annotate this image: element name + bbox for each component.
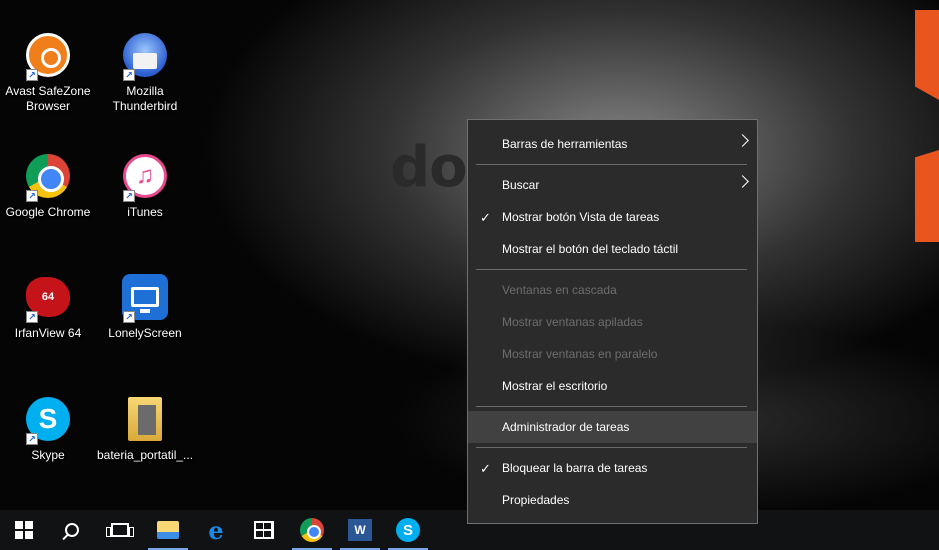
menu-item-label: Ventanas en cascada — [502, 283, 617, 297]
menu-item-show-touch-keyboard-button[interactable]: Mostrar el botón del teclado táctil — [468, 233, 757, 265]
desktop-icon-label: iTunes — [127, 205, 163, 219]
desktop-icon-label: Mozilla Thunderbird — [112, 84, 178, 113]
desktop-icon-skype[interactable]: S ↗ Skype — [0, 395, 96, 495]
wallpaper-orange-stripe-top — [915, 10, 939, 100]
menu-item-show-desktop[interactable]: Mostrar el escritorio — [468, 370, 757, 402]
taskbar-word[interactable]: W — [336, 510, 384, 550]
desktop-icon-label: Avast SafeZone Browser — [5, 84, 91, 113]
shortcut-arrow-icon: ↗ — [123, 311, 135, 323]
menu-separator — [476, 164, 747, 165]
menu-separator — [476, 269, 747, 270]
desktop-icon-label: IrfanView 64 — [14, 326, 82, 340]
taskbar-context-menu: Barras de herramientas Buscar ✓ Mostrar … — [467, 119, 758, 524]
desktop-icon-label: Skype — [31, 448, 65, 462]
checkmark-icon: ✓ — [480, 210, 491, 225]
menu-item-task-manager[interactable]: Administrador de tareas — [468, 411, 757, 443]
start-button[interactable] — [0, 510, 48, 550]
menu-item-label: Barras de herramientas — [502, 137, 628, 151]
menu-item-side-by-side-windows: Mostrar ventanas en paralelo — [468, 338, 757, 370]
menu-item-toolbars[interactable]: Barras de herramientas — [468, 128, 757, 160]
taskbar-store[interactable] — [240, 510, 288, 550]
shortcut-arrow-icon: ↗ — [26, 190, 38, 202]
desktop-icon-lonelyscreen[interactable]: ↗ LonelyScreen — [97, 273, 193, 373]
menu-separator — [476, 406, 747, 407]
chrome-icon — [300, 518, 324, 542]
word-icon: W — [348, 519, 372, 541]
menu-item-lock-taskbar[interactable]: ✓ Bloquear la barra de tareas — [468, 452, 757, 484]
menu-item-stacked-windows: Mostrar ventanas apiladas — [468, 306, 757, 338]
menu-item-label: Propiedades — [502, 493, 570, 507]
menu-item-properties[interactable]: Propiedades — [468, 484, 757, 516]
desktop-icon-label: bateria_portatil_... — [97, 448, 194, 462]
skype-icon: S — [396, 518, 420, 542]
taskbar-file-explorer[interactable] — [144, 510, 192, 550]
menu-item-label: Mostrar el escritorio — [502, 379, 608, 393]
desktop-icon-label: Google Chrome — [5, 205, 91, 219]
task-view-icon — [106, 523, 134, 537]
desktop-icon-bateria-folder[interactable]: bateria_portatil_... — [97, 395, 193, 495]
search-icon — [65, 523, 79, 537]
menu-item-search[interactable]: Buscar — [468, 169, 757, 201]
menu-item-label: Bloquear la barra de tareas — [502, 461, 648, 475]
taskbar-edge[interactable]: e — [192, 510, 240, 550]
shortcut-arrow-icon: ↗ — [123, 190, 135, 202]
shortcut-arrow-icon: ↗ — [26, 69, 38, 81]
chevron-right-icon — [736, 134, 749, 147]
menu-item-label: Mostrar el botón del teclado táctil — [502, 242, 679, 256]
windows-logo-icon — [15, 521, 33, 539]
file-explorer-icon — [157, 521, 179, 539]
shortcut-arrow-icon: ↗ — [123, 69, 135, 81]
shortcut-arrow-icon: ↗ — [26, 311, 38, 323]
menu-item-label: Administrador de tareas — [502, 420, 630, 434]
wallpaper-orange-stripe-bottom — [915, 150, 939, 242]
taskbar-chrome[interactable] — [288, 510, 336, 550]
checkmark-icon: ✓ — [480, 461, 491, 476]
chevron-right-icon — [736, 175, 749, 188]
store-icon — [254, 521, 274, 539]
menu-separator — [476, 447, 747, 448]
menu-item-label: Mostrar ventanas apiladas — [502, 315, 643, 329]
menu-item-label: Mostrar ventanas en paralelo — [502, 347, 658, 361]
desktop-icon-avast-safezone[interactable]: ↗ Avast SafeZone Browser — [0, 31, 96, 131]
edge-icon: e — [208, 515, 224, 545]
desktop-icon-itunes[interactable]: ♫ ↗ iTunes — [97, 152, 193, 252]
task-view-button[interactable] — [96, 510, 144, 550]
shortcut-arrow-icon: ↗ — [26, 433, 38, 445]
taskbar-skype[interactable]: S — [384, 510, 432, 550]
desktop-icon-thunderbird[interactable]: ↗ Mozilla Thunderbird — [97, 31, 193, 131]
folder-icon — [128, 397, 162, 441]
menu-item-label: Mostrar botón Vista de tareas — [502, 210, 660, 224]
desktop-icon-label: LonelyScreen — [108, 326, 182, 340]
menu-item-cascade-windows: Ventanas en cascada — [468, 274, 757, 306]
menu-item-show-task-view-button[interactable]: ✓ Mostrar botón Vista de tareas — [468, 201, 757, 233]
desktop-icon-google-chrome[interactable]: ↗ Google Chrome — [0, 152, 96, 252]
menu-item-label: Buscar — [502, 178, 540, 192]
desktop-icon-irfanview[interactable]: 64 ↗ IrfanView 64 — [0, 273, 96, 373]
search-button[interactable] — [48, 510, 96, 550]
